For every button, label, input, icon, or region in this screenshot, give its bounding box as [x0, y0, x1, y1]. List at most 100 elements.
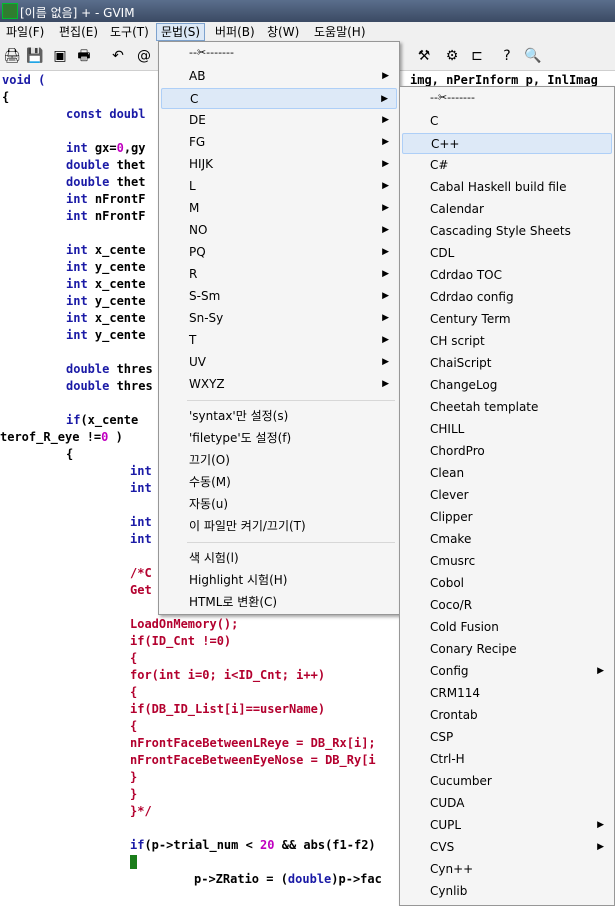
menu-edit[interactable]: 편집(E): [55, 24, 102, 40]
syntax-tool-1[interactable]: Highlight 시험(H): [161, 570, 397, 591]
c-submenu-item-chill[interactable]: CHILL: [402, 419, 612, 440]
code-line: {: [66, 447, 74, 461]
c-submenu-item-config[interactable]: Config ▶: [402, 661, 612, 682]
c-submenu-item-cuda[interactable]: CUDA: [402, 793, 612, 814]
syntax-action-2[interactable]: 끄기(O): [161, 450, 397, 471]
c-submenu-item-clever[interactable]: Clever: [402, 485, 612, 506]
syntax-menu-item-m[interactable]: M ▶: [161, 198, 397, 219]
menu-item-label: CVS: [430, 840, 455, 854]
find-help-icon[interactable]: 🔍: [523, 46, 543, 66]
c-submenu-item-cdrdao-toc[interactable]: Cdrdao TOC: [402, 265, 612, 286]
syntax-menu-item-de[interactable]: DE ▶: [161, 110, 397, 131]
c-syntax-submenu: --✂------- C C++ C# Cabal Haskell build file…: [399, 86, 615, 906]
syntax-menu-item-ab[interactable]: AB ▶: [161, 66, 397, 87]
c-submenu-item-calendar[interactable]: Calendar: [402, 199, 612, 220]
syntax-action-4[interactable]: 자동(u): [161, 494, 397, 515]
c-submenu-item-cmake[interactable]: Cmake: [402, 529, 612, 550]
menu-item-label: Cheetah template: [430, 400, 539, 414]
submenu-arrow-icon: ▶: [382, 115, 389, 125]
save-all-icon[interactable]: ▣: [50, 46, 70, 66]
c-submenu-item-cucumber[interactable]: Cucumber: [402, 771, 612, 792]
syntax-menu-item-c[interactable]: C ▶: [161, 88, 397, 109]
c-submenu-item-cynlib[interactable]: Cynlib: [402, 881, 612, 902]
c-submenu-item-cdrdao-config[interactable]: Cdrdao config: [402, 287, 612, 308]
syntax-menu-item-pq[interactable]: PQ ▶: [161, 242, 397, 263]
c-submenu-item-cascading-style-sheets[interactable]: Cascading Style Sheets: [402, 221, 612, 242]
c-submenu-item-coco-r[interactable]: Coco/R: [402, 595, 612, 616]
syntax-menu-item-t[interactable]: T ▶: [161, 330, 397, 351]
c-submenu-item-c[interactable]: C++: [402, 133, 612, 154]
c-submenu-item-crm114[interactable]: CRM114: [402, 683, 612, 704]
menu-item-label: WXYZ: [189, 377, 225, 391]
c-submenu-item-cobol[interactable]: Cobol: [402, 573, 612, 594]
code-line: int: [130, 515, 152, 529]
c-submenu-item-chaiscript[interactable]: ChaiScript: [402, 353, 612, 374]
menu-syntax[interactable]: 문법(S): [156, 23, 206, 41]
c-submenu-item-crontab[interactable]: Crontab: [402, 705, 612, 726]
c-submenu-item-ch-script[interactable]: CH script: [402, 331, 612, 352]
c-submenu-item-csp[interactable]: CSP: [402, 727, 612, 748]
c-submenu-item-conary-recipe[interactable]: Conary Recipe: [402, 639, 612, 660]
redo-icon[interactable]: @: [134, 46, 154, 66]
syntax-action-5[interactable]: 이 파일만 켜기/끄기(T): [161, 516, 397, 537]
syntax-menu-item-hijk[interactable]: HIJK ▶: [161, 154, 397, 175]
syntax-action-1[interactable]: 'filetype'도 설정(f): [161, 428, 397, 449]
syntax-menu-item-fg[interactable]: FG ▶: [161, 132, 397, 153]
submenu-arrow-icon: ▶: [382, 269, 389, 279]
c-submenu-item-clean[interactable]: Clean: [402, 463, 612, 484]
save-icon[interactable]: 💾: [25, 46, 45, 66]
print-icon[interactable]: 🖶: [74, 46, 94, 66]
c-submenu-item-cabal-haskell-build-file[interactable]: Cabal Haskell build file: [402, 177, 612, 198]
menu-item-label: M: [189, 201, 200, 215]
c-submenu-item-century-term[interactable]: Century Term: [402, 309, 612, 330]
syntax-tool-2[interactable]: HTML로 변환(C): [161, 592, 397, 613]
c-submenu-item-cold-fusion[interactable]: Cold Fusion: [402, 617, 612, 638]
c-submenu-item-c[interactable]: C#: [402, 155, 612, 176]
build-icon[interactable]: ⚒: [414, 46, 434, 66]
syntax-menu-item-uv[interactable]: UV ▶: [161, 352, 397, 373]
code-line: int: [130, 532, 152, 546]
code-line: double thet: [66, 158, 146, 172]
c-submenu-item-cyn[interactable]: Cyn++: [402, 859, 612, 880]
submenu-arrow-icon: ▶: [382, 291, 389, 301]
c-submenu-item-cheetah-template[interactable]: Cheetah template: [402, 397, 612, 418]
run-ctags-icon[interactable]: ⚙: [442, 46, 462, 66]
undo-icon[interactable]: ↶: [108, 46, 128, 66]
open-icon[interactable]: 🖨: [2, 46, 22, 66]
c-submenu-item-cmusrc[interactable]: Cmusrc: [402, 551, 612, 572]
c-submenu-item-changelog[interactable]: ChangeLog: [402, 375, 612, 396]
syntax-menu-item-wxyz[interactable]: WXYZ ▶: [161, 374, 397, 395]
c-submenu-item-chordpro[interactable]: ChordPro: [402, 441, 612, 462]
menu-help[interactable]: 도움말(H): [310, 24, 370, 40]
menu-item-label: Cdrdao TOC: [430, 268, 502, 282]
c-submenu-item-c[interactable]: C: [402, 111, 612, 132]
code-line: int x_cente: [66, 311, 146, 325]
c-submenu-item-cvs[interactable]: CVS ▶: [402, 837, 612, 858]
code-line: {: [130, 685, 138, 699]
c-submenu-item-cdl[interactable]: CDL: [402, 243, 612, 264]
code-line: double thet: [66, 175, 146, 189]
c-submenu-item-ctrl-h[interactable]: Ctrl-H: [402, 749, 612, 770]
syntax-action-3[interactable]: 수동(M): [161, 472, 397, 493]
c-submenu-item-cupl[interactable]: CUPL ▶: [402, 815, 612, 836]
code-line: nFrontFaceBetweenEyeNose = DB_Ry[i: [130, 753, 376, 767]
syntax-menu-item-r[interactable]: R ▶: [161, 264, 397, 285]
menu-tools[interactable]: 도구(T): [106, 24, 153, 40]
syntax-action-0[interactable]: 'syntax'만 설정(s): [161, 406, 397, 427]
help-icon[interactable]: ?: [497, 46, 517, 66]
tearoff-line[interactable]: --✂-------: [189, 46, 234, 59]
menu-file[interactable]: 파일(F): [2, 24, 48, 40]
submenu-arrow-icon: ▶: [382, 181, 389, 191]
syntax-menu-item-no[interactable]: NO ▶: [161, 220, 397, 241]
c-submenu-item-clipper[interactable]: Clipper: [402, 507, 612, 528]
menu-buffers[interactable]: 버퍼(B): [211, 24, 259, 40]
tag-jump-icon[interactable]: ⊏: [467, 46, 487, 66]
syntax-tool-0[interactable]: 색 시험(l): [161, 548, 397, 569]
syntax-menu-item-sn-sy[interactable]: Sn-Sy ▶: [161, 308, 397, 329]
syntax-menu-item-l[interactable]: L ▶: [161, 176, 397, 197]
syntax-menu-item-s-sm[interactable]: S-Sm ▶: [161, 286, 397, 307]
menu-window[interactable]: 창(W): [263, 24, 303, 40]
tearoff-line[interactable]: --✂-------: [430, 91, 475, 104]
vim-app-icon[interactable]: [2, 3, 18, 19]
code-line: int y_cente: [66, 294, 146, 308]
